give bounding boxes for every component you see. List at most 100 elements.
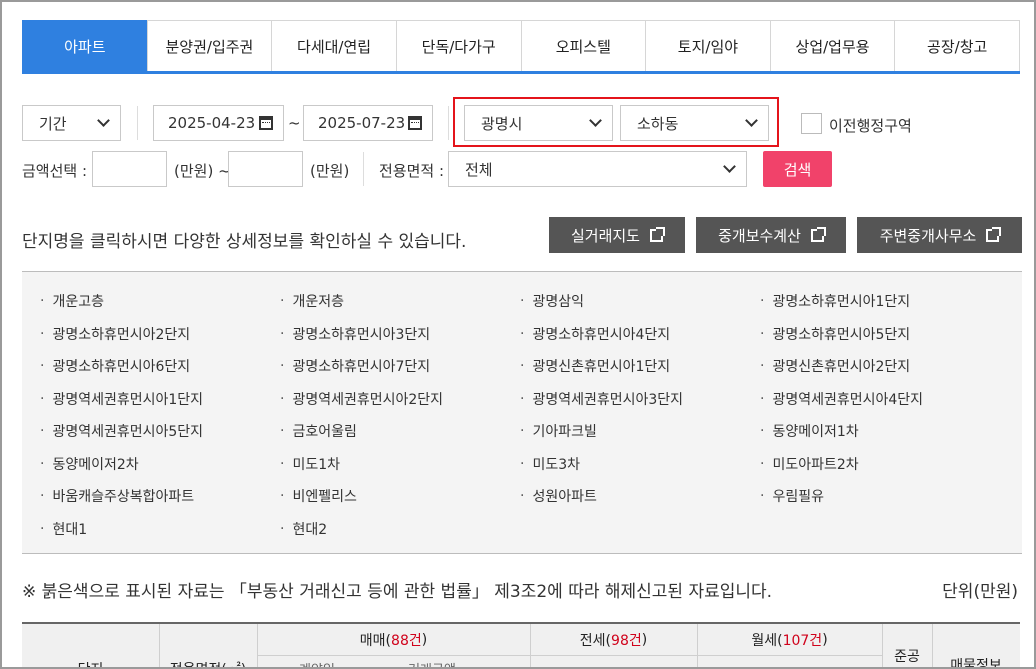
divider: [137, 106, 138, 140]
calendar-icon[interactable]: [259, 116, 273, 130]
tab-factory[interactable]: 공장/창고: [894, 20, 1020, 71]
complex-link[interactable]: 현대1: [40, 513, 280, 546]
complex-link[interactable]: 미도1차: [280, 448, 520, 481]
col-listing: 매물정보: [950, 658, 1002, 669]
sub-contract-date: 계약일: [262, 658, 372, 668]
chevron-down-icon: [589, 114, 602, 127]
tab-presale-rights[interactable]: 분양권/입주권: [146, 20, 273, 71]
col-monthly-prefix: 월세(: [751, 632, 783, 649]
complex-link[interactable]: 광명소하휴먼시아4단지: [520, 318, 760, 351]
complex-link[interactable]: 광명역세권휴먼시아3단지: [520, 383, 760, 416]
complex-link[interactable]: 광명소하휴먼시아7단지: [280, 350, 520, 383]
nearby-agents-label: 주변중개사무소: [879, 226, 977, 245]
sale-count: 88건: [391, 632, 422, 649]
period-select[interactable]: 기간: [22, 105, 121, 141]
trade-map-label: 실거래지도: [570, 226, 640, 245]
complex-link[interactable]: 광명신촌휴먼시아1단지: [520, 350, 760, 383]
complex-link[interactable]: 광명역세권휴먼시아1단지: [40, 383, 280, 416]
tab-officetel[interactable]: 오피스텔: [520, 20, 647, 71]
brokerage-fee-label: 중개보수계산: [718, 226, 801, 245]
property-type-tabs: 아파트 분양권/입주권 다세대/연립 단독/다가구 오피스텔 토지/임야 상업/…: [22, 20, 1020, 74]
complex-link[interactable]: 성원아파트: [520, 480, 760, 513]
complex-link[interactable]: 광명신촌휴먼시아2단지: [760, 350, 1000, 383]
complex-grid: 개운고층개운저층광명삼익광명소하휴먼시아1단지광명소하휴먼시아2단지광명소하휴먼…: [40, 285, 1000, 545]
dong-select-value: 소하동: [637, 114, 679, 133]
divider: [363, 152, 364, 186]
trade-map-button[interactable]: 실거래지도: [549, 217, 685, 253]
complex-link[interactable]: 동양메이저1차: [760, 415, 1000, 448]
prev-region-label: 이전행정구역: [829, 117, 912, 135]
col-jeonse-suffix: ): [641, 631, 648, 648]
brokerage-fee-button[interactable]: 중개보수계산: [696, 217, 846, 253]
complex-link[interactable]: 광명역세권휴먼시아2단지: [280, 383, 520, 416]
city-select-value: 광명시: [481, 114, 523, 133]
unit-label: 단위(만원): [942, 582, 1018, 602]
tab-land[interactable]: 토지/임야: [645, 20, 771, 71]
col-sale: 매매(88건): [257, 624, 530, 655]
complex-link[interactable]: 비엔펠리스: [280, 480, 520, 513]
complex-link[interactable]: 기아파크빌: [520, 415, 760, 448]
chevron-down-icon: [745, 114, 758, 127]
col-area: 전용면적(㎡): [159, 654, 257, 667]
tab-detached[interactable]: 단독/다가구: [395, 20, 522, 71]
complex-link[interactable]: 미도3차: [520, 448, 760, 481]
cancellation-notice: ※ 붉은색으로 표시된 자료는 「부동산 거래신고 등에 관한 법률」 제3조2…: [22, 582, 773, 602]
amount-label: 금액선택 :: [22, 162, 88, 180]
chevron-down-icon: [97, 114, 110, 127]
complex-link[interactable]: 광명소하휴먼시아6단지: [40, 350, 280, 383]
col-monthly-suffix: ): [822, 631, 828, 648]
col-jeonse: 전세(98건): [530, 624, 697, 655]
complex-link[interactable]: 광명소하휴먼시아5단지: [760, 318, 1000, 351]
trade-table-header: 단지 전용면적(㎡) 매매(88건) 전세(98건) 월세(107건) 준공 매…: [22, 622, 1020, 669]
date-from-input[interactable]: 2025-04-23: [153, 105, 284, 141]
complex-link[interactable]: 현대2: [280, 513, 520, 546]
amount-min-unit: (만원) ~: [174, 162, 231, 180]
amount-max-unit: (만원): [310, 162, 350, 180]
col-built: 준공: [894, 649, 920, 665]
monthly-count: 107건: [782, 632, 823, 649]
date-to-input[interactable]: 2025-07-23: [303, 105, 433, 141]
complex-link[interactable]: 바움캐슬주상복합아파트: [40, 480, 280, 513]
tab-commercial[interactable]: 상업/업무용: [769, 20, 896, 71]
complex-link[interactable]: 광명소하휴먼시아2단지: [40, 318, 280, 351]
complex-link[interactable]: 개운고층: [40, 285, 280, 318]
complex-link[interactable]: 동양메이저2차: [40, 448, 280, 481]
page-frame: 아파트 분양권/입주권 다세대/연립 단독/다가구 오피스텔 토지/임야 상업/…: [0, 0, 1036, 669]
col-monthly: 월세(107건): [697, 624, 882, 655]
amount-min-input[interactable]: [92, 151, 167, 187]
amount-max-input[interactable]: [228, 151, 303, 187]
complex-link[interactable]: 광명삼익: [520, 285, 760, 318]
complex-link[interactable]: 금호어울림: [280, 415, 520, 448]
complex-link[interactable]: 광명소하휴먼시아1단지: [760, 285, 1000, 318]
col-jeonse-prefix: 전세(: [579, 632, 612, 649]
tab-multiplex[interactable]: 다세대/연립: [271, 20, 397, 71]
col-complex: 단지: [22, 654, 159, 667]
complex-link[interactable]: 광명소하휴먼시아3단지: [280, 318, 520, 351]
dong-select[interactable]: 소하동: [620, 105, 769, 141]
calendar-icon[interactable]: [408, 116, 422, 130]
external-link-icon: [810, 226, 826, 242]
tab-apartment[interactable]: 아파트: [22, 20, 148, 71]
jeonse-count: 98건: [611, 632, 642, 649]
complex-link[interactable]: 광명역세권휴먼시아5단지: [40, 415, 280, 448]
complex-list: 개운고층개운저층광명삼익광명소하휴먼시아1단지광명소하휴먼시아2단지광명소하휴먼…: [22, 271, 1022, 554]
info-text: 단지명을 클릭하시면 다양한 상세정보를 확인하실 수 있습니다.: [22, 232, 467, 252]
complex-link[interactable]: 개운저층: [280, 285, 520, 318]
complex-link[interactable]: 우림필유: [760, 480, 1000, 513]
row-line: [257, 655, 882, 656]
date-range-tilde: ~: [288, 114, 301, 132]
area-select-value: 전체: [465, 160, 493, 179]
divider: [448, 106, 449, 140]
col-sale-prefix: 매매(: [359, 632, 392, 649]
area-select[interactable]: 전체: [448, 151, 747, 187]
col-sale-suffix: ): [421, 631, 428, 648]
period-select-value: 기간: [39, 114, 67, 133]
nearby-agents-button[interactable]: 주변중개사무소: [857, 217, 1022, 253]
city-select[interactable]: 광명시: [464, 105, 613, 141]
complex-link[interactable]: 광명역세권휴먼시아4단지: [760, 383, 1000, 416]
area-label: 전용면적 :: [379, 162, 445, 180]
complex-link[interactable]: 미도아파트2차: [760, 448, 1000, 481]
prev-region-checkbox[interactable]: [801, 113, 822, 134]
search-button[interactable]: 검색: [763, 151, 832, 187]
date-to-value: 2025-07-23: [318, 114, 406, 132]
